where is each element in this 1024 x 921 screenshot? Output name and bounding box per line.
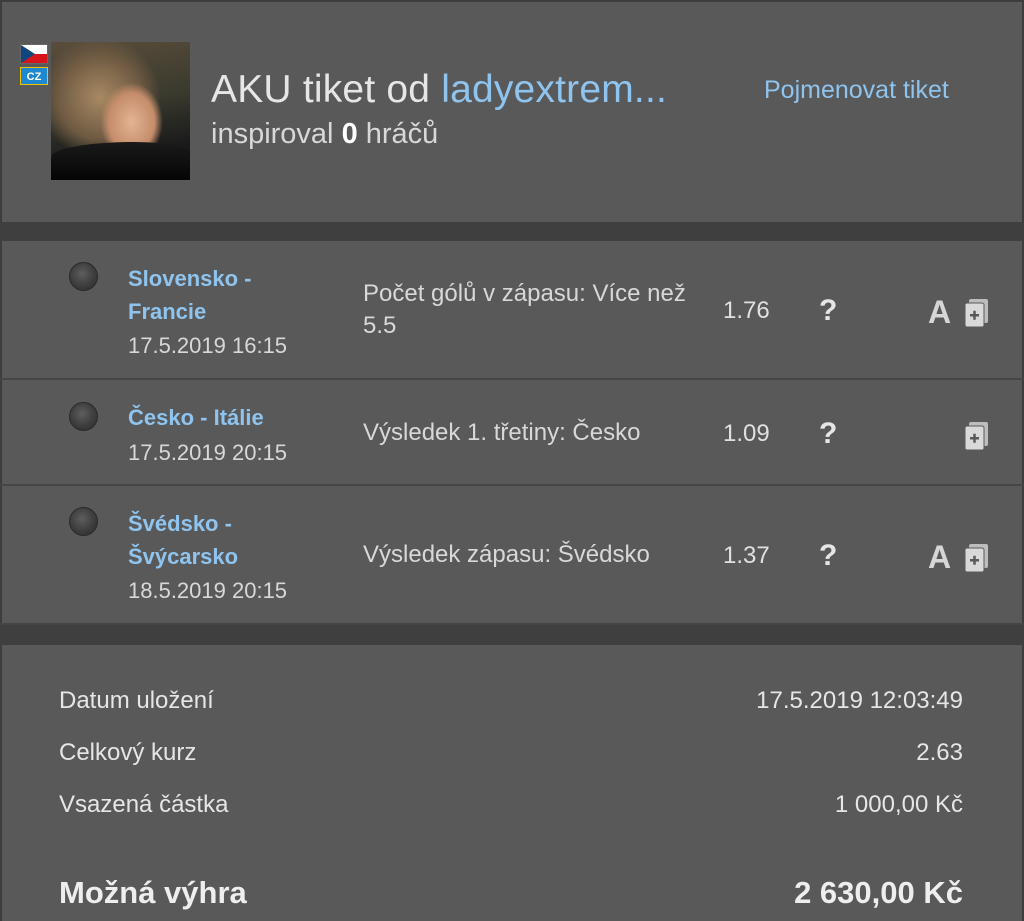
inspired-suffix: hráčů: [357, 118, 439, 150]
stake-label: Vsazená částka: [59, 791, 229, 818]
divider: [0, 222, 1024, 241]
help-icon[interactable]: ?: [819, 417, 837, 451]
match-name-link[interactable]: Česko - Itálie: [128, 401, 318, 434]
ticket-summary: Datum uložení 17.5.2019 12:03:49 Celkový…: [0, 645, 1024, 921]
bet-list: Slovensko - Francie 17.5.2019 16:15 Poče…: [0, 241, 1024, 625]
add-document-icon[interactable]: [964, 298, 990, 328]
status-dot-icon: [69, 262, 98, 291]
bet-pick: Počet gólů v zápasu: Více než 5.5: [363, 280, 686, 339]
stake-value: 1 000,00 Kč: [834, 791, 963, 818]
bet-pick: Výsledek 1. třetiny: Česko: [363, 419, 641, 446]
avatar[interactable]: [51, 42, 190, 180]
bet-row: Česko - Itálie 17.5.2019 20:15 Výsledek …: [0, 380, 1024, 486]
possible-win-value: 2 630,00 Kč: [794, 875, 963, 910]
status-dot-icon: [69, 507, 98, 536]
rename-ticket-link[interactable]: Pojmenovat tiket: [764, 76, 949, 105]
bet-odds: 1.09: [723, 420, 770, 447]
saved-date-label: Datum uložení: [59, 687, 214, 714]
match-date: 17.5.2019 20:15: [128, 440, 288, 465]
czech-flag-icon: [20, 44, 48, 64]
add-document-icon[interactable]: [964, 543, 990, 573]
match-date: 17.5.2019 16:15: [128, 333, 288, 358]
inspired-count-text: inspiroval 0 hráčů: [211, 118, 438, 151]
ticket-title: AKU tiket od ladyextrem...: [211, 68, 667, 112]
add-document-icon[interactable]: [964, 421, 990, 451]
vcz-badge-icon: CZ: [20, 67, 48, 85]
bet-pick: Výsledek zápasu: Švédsko: [363, 541, 650, 568]
ticket-header: CZ AKU tiket od ladyextrem... inspiroval…: [0, 0, 1024, 222]
match-name-link[interactable]: Švédsko - Švýcarsko: [128, 507, 318, 573]
match-date: 18.5.2019 20:15: [128, 578, 288, 603]
possible-win-label: Možná výhra: [59, 875, 247, 910]
saved-date-value: 17.5.2019 12:03:49: [756, 687, 963, 714]
a-icon: A: [928, 539, 952, 575]
inspired-prefix: inspiroval: [211, 118, 342, 150]
bet-odds: 1.76: [723, 297, 770, 324]
bet-odds: 1.37: [723, 542, 770, 569]
username-link[interactable]: ladyextrem...: [441, 68, 667, 111]
a-icon: A: [928, 294, 952, 330]
divider: [0, 625, 1024, 645]
status-dot-icon: [69, 402, 98, 431]
bet-row: Slovensko - Francie 17.5.2019 16:15 Poče…: [0, 241, 1024, 380]
match-name-link[interactable]: Slovensko - Francie: [128, 262, 318, 328]
total-odds-label: Celkový kurz: [59, 739, 197, 766]
inspired-count: 0: [341, 118, 358, 150]
ticket-title-prefix: AKU tiket od: [211, 68, 442, 111]
country-badges: CZ: [20, 44, 50, 85]
bet-row: Švédsko - Švýcarsko 18.5.2019 20:15 Výsl…: [0, 486, 1024, 625]
help-icon[interactable]: ?: [819, 539, 837, 573]
help-icon[interactable]: ?: [819, 294, 837, 328]
total-odds-value: 2.63: [916, 739, 963, 766]
